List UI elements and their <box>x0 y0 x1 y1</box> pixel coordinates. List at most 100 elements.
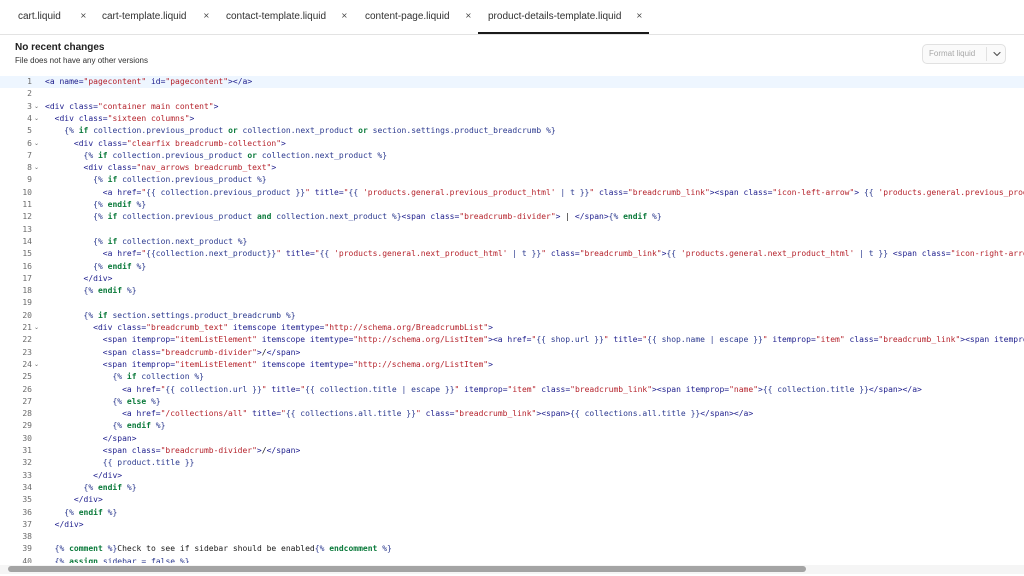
code-line[interactable]: 20 {% if section.settings.product_breadc… <box>0 310 1024 322</box>
line-number: 25 <box>22 372 32 382</box>
fold-chevron-icon[interactable]: ⌄ <box>34 322 39 334</box>
code-line[interactable]: 3 ⌄ <div class="container main content"> <box>0 101 1024 113</box>
line-number: 29 <box>22 421 32 431</box>
code-line[interactable]: 28 <a href="/collections/all" title="{{ … <box>0 408 1024 420</box>
code-line[interactable]: 7 {% if collection.previous_product or c… <box>0 150 1024 162</box>
fold-chevron-icon[interactable]: ⌄ <box>34 101 39 113</box>
line-number: 5 <box>27 126 32 136</box>
code-line[interactable]: 33 </div> <box>0 470 1024 482</box>
code-line[interactable]: 39 {% comment %}Check to see if sidebar … <box>0 543 1024 555</box>
code-line[interactable]: 12 {% if collection.previous_product and… <box>0 211 1024 223</box>
code-text: <span itemprop="itemListElement" itemsco… <box>102 359 493 369</box>
code-text: </div> <box>83 273 113 283</box>
format-liquid-button[interactable]: Format liquid <box>922 44 1006 64</box>
close-icon[interactable]: × <box>465 10 472 22</box>
close-icon[interactable]: × <box>636 10 643 22</box>
code-line[interactable]: 35 </div> <box>0 494 1024 506</box>
code-text: <a href="{{ collection.previous_product … <box>102 187 1024 197</box>
code-line[interactable]: 11 {% endif %} <box>0 199 1024 211</box>
line-number: 13 <box>22 224 32 234</box>
tab-product-details-template-liquid[interactable]: product-details-template.liquid × <box>478 0 649 34</box>
code-text: <div class="breadcrumb_text" itemscope i… <box>93 323 493 332</box>
code-line[interactable]: 27 {% else %} <box>0 396 1024 408</box>
code-text: {% endif %} <box>64 507 118 517</box>
close-icon[interactable]: × <box>341 10 348 22</box>
code-line[interactable]: 31 <span class="breadcrumb-divider">/</s… <box>0 445 1024 457</box>
code-line[interactable]: 18 {% endif %} <box>0 285 1024 297</box>
code-text: {% endif %} <box>93 200 147 209</box>
close-icon[interactable]: × <box>80 10 87 22</box>
code-line[interactable]: 9 {% if collection.previous_product %} <box>0 174 1024 186</box>
line-number: 9 <box>27 175 32 185</box>
line-number: 2 <box>27 89 32 99</box>
code-line[interactable]: 37 </div> <box>0 519 1024 531</box>
code-text: {% if collection %} <box>112 372 204 382</box>
fold-chevron-icon[interactable]: ⌄ <box>34 113 39 125</box>
line-number: 4 <box>27 113 32 123</box>
status-title: No recent changes <box>15 42 105 53</box>
scrollbar-thumb[interactable] <box>8 566 806 572</box>
line-number: 21 <box>22 323 32 332</box>
tab-contact-template-liquid[interactable]: contact-template.liquid × <box>218 0 354 34</box>
code-line[interactable]: 32 {{ product.title }} <box>0 457 1024 469</box>
code-line[interactable]: 40 {% assign sidebar = false %} <box>0 556 1024 563</box>
code-line[interactable]: 15 <a href="{{collection.next_product}}"… <box>0 248 1024 260</box>
tab-cart-liquid[interactable]: cart.liquid × <box>0 0 98 34</box>
fold-chevron-icon[interactable]: ⌄ <box>34 138 39 150</box>
code-line[interactable]: 34 {% endif %} <box>0 482 1024 494</box>
code-line[interactable]: 14 {% if collection.next_product %} <box>0 236 1024 248</box>
fold-chevron-icon[interactable]: ⌄ <box>34 359 39 371</box>
code-line[interactable]: 26 <a href="{{ collection.url }}" title=… <box>0 384 1024 396</box>
code-line[interactable]: 24 ⌄ <span itemprop="itemListElement" ite… <box>0 359 1024 371</box>
close-icon[interactable]: × <box>203 10 210 22</box>
code-line[interactable]: 22 <span itemprop="itemListElement" item… <box>0 334 1024 346</box>
fold-chevron-icon[interactable]: ⌄ <box>34 162 39 174</box>
code-text: {% endif %} <box>83 482 137 492</box>
code-text: </div> <box>93 470 123 480</box>
code-text: {% else %} <box>112 396 161 406</box>
code-line[interactable]: 10 <a href="{{ collection.previous_produ… <box>0 187 1024 199</box>
code-line[interactable]: 8 ⌄ <div class="nav_arrows breadcrumb_tex… <box>0 162 1024 174</box>
tab-label: cart-template.liquid <box>102 11 187 22</box>
code-text: <a name="pagecontent" id="pagecontent"><… <box>45 77 253 86</box>
code-line[interactable]: 38 <box>0 531 1024 543</box>
code-line[interactable]: 23 <span class="breadcrumb-divider">/</s… <box>0 347 1024 359</box>
line-number: 14 <box>22 236 32 246</box>
code-text: {% endif %} <box>83 286 137 296</box>
line-number: 17 <box>22 273 32 283</box>
code-line[interactable]: 6 ⌄ <div class="clearfix breadcrumb-colle… <box>0 138 1024 150</box>
horizontal-scrollbar[interactable] <box>0 565 1024 574</box>
code-line[interactable]: 1 <a name="pagecontent" id="pagecontent">… <box>0 76 1024 89</box>
line-number: 33 <box>22 470 32 480</box>
code-line[interactable]: 36 {% endif %} <box>0 507 1024 519</box>
code-line[interactable]: 2 <box>0 88 1024 100</box>
code-text: <div class="container main content"> <box>45 101 219 111</box>
code-line[interactable]: 17 </div> <box>0 273 1024 285</box>
code-line[interactable]: 29 {% endif %} <box>0 420 1024 432</box>
line-number: 26 <box>22 384 32 394</box>
tab-label: contact-template.liquid <box>226 11 327 22</box>
line-number: 11 <box>22 200 32 209</box>
code-text: {% assign sidebar = false %} <box>54 556 190 563</box>
code-text: {% endif %} <box>112 421 166 431</box>
code-editor[interactable]: 1 <a name="pagecontent" id="pagecontent">… <box>0 73 1024 563</box>
line-number: 12 <box>22 212 32 222</box>
code-line[interactable]: 25 {% if collection %} <box>0 371 1024 383</box>
code-line[interactable]: 21 ⌄ <div class="breadcrumb_text" itemsco… <box>0 322 1024 334</box>
code-line[interactable]: 4 ⌄ <div class="sixteen columns"> <box>0 113 1024 125</box>
code-text: {% if collection.previous_product %} <box>93 175 267 185</box>
line-number: 34 <box>22 482 32 492</box>
tab-content-page-liquid[interactable]: content-page.liquid × <box>354 0 478 34</box>
tab-cart-template-liquid[interactable]: cart-template.liquid × <box>98 0 218 34</box>
code-line[interactable]: 16 {% endif %} <box>0 261 1024 273</box>
line-number: 3 <box>27 101 32 111</box>
line-number: 37 <box>22 519 32 529</box>
code-text: {% if collection.next_product %} <box>93 236 248 246</box>
code-line[interactable]: 30 </span> <box>0 433 1024 445</box>
code-line[interactable]: 13 <box>0 224 1024 236</box>
code-text: {{ product.title }} <box>102 458 195 468</box>
chevron-down-icon[interactable] <box>991 48 1003 60</box>
code-line[interactable]: 19 <box>0 297 1024 309</box>
code-line[interactable]: 5 {% if collection.previous_product or c… <box>0 125 1024 137</box>
line-number: 8 <box>27 163 32 173</box>
